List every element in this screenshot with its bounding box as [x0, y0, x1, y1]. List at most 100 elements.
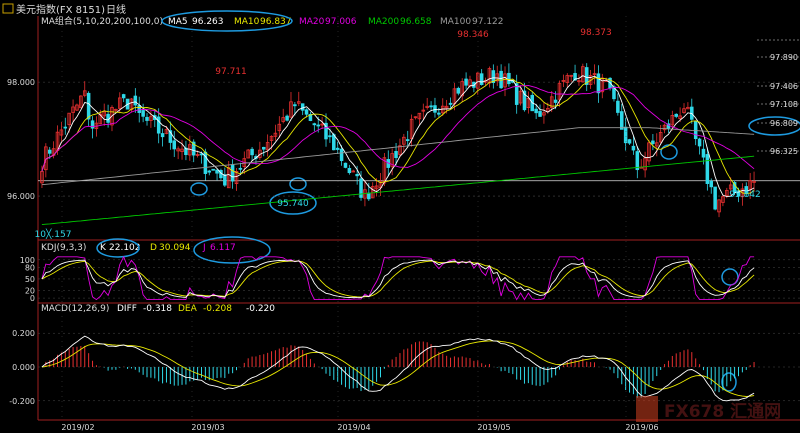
kdj-tick-label: 50 [25, 275, 35, 284]
candle-body [250, 148, 254, 156]
candle-body [160, 133, 165, 138]
candle-body [332, 134, 336, 151]
legend-ma10-name: MA10 [234, 17, 260, 27]
candle-body [713, 186, 717, 210]
macd-tick-label: -0.200 [9, 397, 35, 406]
price-annotation: 95.740 [277, 199, 309, 209]
candle-body [47, 149, 52, 154]
candle-body [133, 95, 138, 106]
candle-body [141, 110, 145, 117]
candle-body [448, 102, 453, 105]
candle-body [355, 174, 359, 177]
legend-ma100-name: MA100 [440, 17, 471, 27]
candle-body [230, 164, 235, 182]
price-level-label: 96.809 [770, 119, 798, 128]
candle-body [456, 87, 461, 94]
legend-ma200-value: 96.658 [400, 17, 432, 27]
legend-dea-value: -0.208 [203, 304, 232, 314]
x-tick-label: 2019/04 [337, 423, 370, 432]
candle-body [261, 146, 266, 150]
legend-macd-value: -0.220 [246, 304, 275, 314]
candle-body [304, 109, 309, 115]
candle-body [63, 126, 68, 129]
price-annotation: 97.711 [215, 67, 247, 77]
candle-body [339, 148, 344, 162]
candle-body [437, 112, 441, 115]
stock-chart[interactable]: 美元指数(FX 8151) 日线 MA组合(5,10,20,200,100,0)… [0, 0, 800, 433]
price-tick-label: 98.000 [7, 78, 35, 87]
legend-ma20-value: 97.006 [325, 17, 357, 27]
macd-tick-label: 0.200 [12, 329, 35, 338]
x-tick-label: 2019/02 [61, 423, 94, 432]
candle-body [433, 105, 437, 113]
candle-body [627, 139, 632, 144]
legend-dea-name: DEA [178, 304, 198, 314]
period-label[interactable]: 日线 [106, 3, 126, 16]
candle-body [86, 92, 91, 120]
candle-body [701, 148, 706, 158]
price-level-label: 96.325 [770, 147, 798, 156]
legend-d-name: D [150, 243, 157, 253]
candle-body [705, 154, 710, 184]
candle-body [172, 140, 177, 150]
price-tick-label: 96.000 [7, 192, 35, 201]
candle-body [285, 115, 289, 121]
legend-diff-name: DIFF [117, 304, 137, 314]
candle-body [697, 138, 702, 147]
candle-body [616, 100, 620, 113]
macd-tick-label: 0.000 [12, 363, 35, 372]
candle-body [623, 126, 628, 144]
macd-legend-title: MACD(12,26,9) [41, 304, 109, 314]
legend-diff-value: -0.318 [143, 304, 172, 314]
chart-background [0, 0, 800, 433]
candle-body [207, 170, 212, 173]
kdj-tick-label: 80 [25, 263, 35, 272]
candle-body [538, 111, 542, 117]
legend-ma5-value: 96.263 [192, 17, 224, 27]
candle-body [312, 123, 317, 126]
legend-j-name: J [202, 243, 206, 253]
candle-body [215, 169, 219, 174]
price-level-label: 97.406 [770, 82, 798, 91]
kdj-tick-label: 0 [30, 294, 35, 303]
candle-body [394, 150, 398, 159]
candle-body [405, 139, 410, 142]
candle-body [293, 104, 297, 107]
x-tick-label: 2019/06 [625, 423, 658, 432]
x-tick-label: 2019/05 [477, 423, 510, 432]
x-tick-label: 2019/03 [191, 423, 224, 432]
price-annotation: 98.346 [457, 30, 489, 40]
candle-body [619, 111, 624, 130]
candle-body [534, 108, 538, 114]
legend-k-value: 22.102 [109, 243, 141, 253]
candle-body [335, 147, 340, 150]
price-annotation: 95.842 [729, 190, 761, 200]
candle-body [223, 174, 227, 186]
price-level-label: 97.108 [770, 100, 798, 109]
candle-body [479, 73, 484, 85]
candle-body [238, 167, 243, 170]
candle-body [137, 105, 141, 113]
candle-body [316, 124, 320, 127]
legend-ma100-value: 97.122 [472, 17, 504, 27]
candle-body [367, 192, 371, 200]
candle-body [90, 120, 95, 129]
legend-j-value: 6.117 [210, 243, 236, 253]
legend-ma20-name: MA20 [299, 17, 325, 27]
candle-body [211, 168, 215, 171]
candle-body [359, 178, 363, 198]
candle-body [651, 140, 655, 145]
candle-body [709, 180, 714, 188]
candle-body [464, 78, 468, 86]
kdj-legend-title: KDJ(9,3,3) [41, 243, 86, 253]
candle-body [507, 72, 511, 85]
legend-d-value: 30.094 [159, 243, 191, 253]
candle-body [631, 145, 636, 151]
candle-body [596, 73, 601, 94]
price-annotation: 98.373 [580, 28, 612, 38]
price-level-label: 97.890 [770, 53, 798, 62]
legend-ma200-name: MA200 [368, 17, 399, 27]
candle-body [553, 99, 558, 103]
candle-body [674, 113, 678, 117]
candle-body [156, 116, 161, 134]
